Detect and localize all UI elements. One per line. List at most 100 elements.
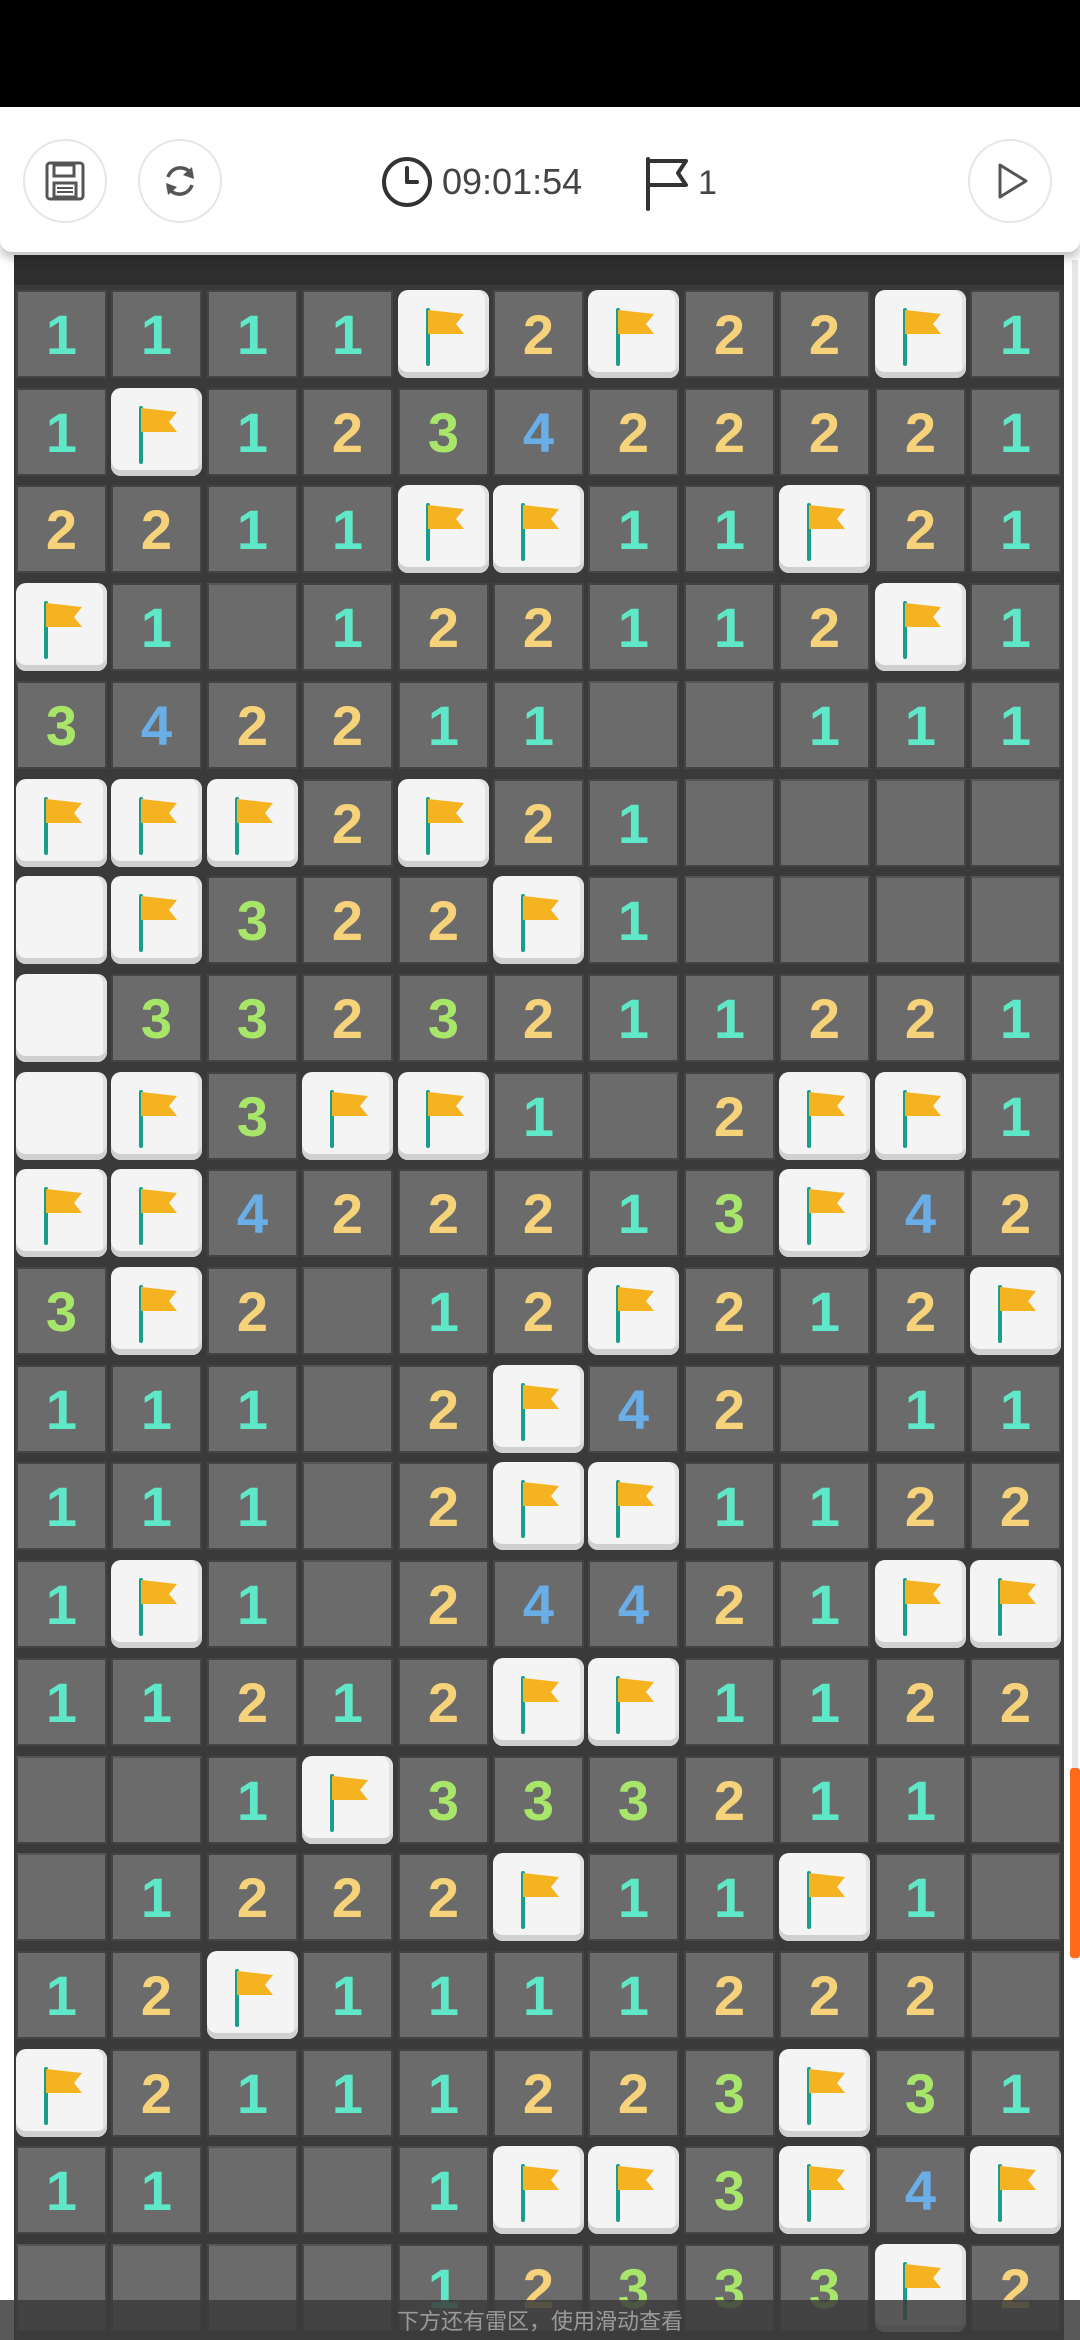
number-cell[interactable]: 2 [875,388,966,476]
flagged-cell[interactable] [16,2049,107,2137]
number-cell[interactable]: 3 [111,974,202,1062]
flagged-cell[interactable] [111,876,202,964]
number-cell[interactable]: 1 [684,1658,775,1746]
scrollbar-track[interactable] [1072,260,1078,1960]
number-cell[interactable]: 2 [970,1658,1061,1746]
revealed-empty-cell[interactable] [302,1365,393,1453]
number-cell[interactable]: 2 [684,388,775,476]
number-cell[interactable]: 1 [302,485,393,573]
number-cell[interactable]: 1 [684,974,775,1062]
revealed-empty-cell[interactable] [970,1853,1061,1941]
number-cell[interactable]: 2 [16,485,107,573]
number-cell[interactable]: 3 [875,2049,966,2137]
number-cell[interactable]: 4 [111,681,202,769]
number-cell[interactable]: 2 [493,583,584,671]
number-cell[interactable]: 1 [16,388,107,476]
revealed-empty-cell[interactable] [779,779,870,867]
number-cell[interactable]: 1 [302,583,393,671]
flagged-cell[interactable] [398,290,489,378]
flagged-cell[interactable] [302,1072,393,1160]
flagged-cell[interactable] [493,1365,584,1453]
flagged-cell[interactable] [111,1267,202,1355]
number-cell[interactable]: 2 [684,1951,775,2039]
number-cell[interactable]: 1 [207,388,298,476]
number-cell[interactable]: 1 [16,1560,107,1648]
revealed-empty-cell[interactable] [588,681,679,769]
number-cell[interactable]: 1 [779,1267,870,1355]
number-cell[interactable]: 1 [111,1462,202,1550]
flagged-cell[interactable] [875,290,966,378]
number-cell[interactable]: 1 [493,1951,584,2039]
number-cell[interactable]: 1 [588,876,679,964]
number-cell[interactable]: 3 [16,681,107,769]
flagged-cell[interactable] [779,2049,870,2137]
number-cell[interactable]: 1 [970,290,1061,378]
number-cell[interactable]: 3 [207,876,298,964]
number-cell[interactable]: 3 [493,1756,584,1844]
number-cell[interactable]: 2 [588,2049,679,2137]
number-cell[interactable]: 4 [207,1169,298,1257]
number-cell[interactable]: 2 [970,1462,1061,1550]
flagged-cell[interactable] [111,1169,202,1257]
number-cell[interactable]: 1 [970,2049,1061,2137]
number-cell[interactable]: 2 [493,974,584,1062]
number-cell[interactable]: 1 [111,1853,202,1941]
flagged-cell[interactable] [875,1072,966,1160]
flagged-cell[interactable] [493,2146,584,2234]
number-cell[interactable]: 1 [398,681,489,769]
flagged-cell[interactable] [111,1560,202,1648]
number-cell[interactable]: 2 [398,583,489,671]
flagged-cell[interactable] [779,1853,870,1941]
flagged-cell[interactable] [493,1462,584,1550]
number-cell[interactable]: 1 [684,1853,775,1941]
number-cell[interactable]: 2 [207,1267,298,1355]
number-cell[interactable]: 2 [493,2049,584,2137]
revealed-empty-cell[interactable] [302,1462,393,1550]
number-cell[interactable]: 1 [875,1853,966,1941]
flagged-cell[interactable] [779,1072,870,1160]
number-cell[interactable]: 2 [398,1169,489,1257]
number-cell[interactable]: 2 [875,1267,966,1355]
number-cell[interactable]: 1 [302,1658,393,1746]
number-cell[interactable]: 1 [875,681,966,769]
number-cell[interactable]: 1 [207,2049,298,2137]
number-cell[interactable]: 2 [398,1853,489,1941]
number-cell[interactable]: 4 [875,2146,966,2234]
flagged-cell[interactable] [588,1658,679,1746]
number-cell[interactable]: 1 [588,583,679,671]
flagged-cell[interactable] [111,388,202,476]
number-cell[interactable]: 2 [875,1462,966,1550]
number-cell[interactable]: 1 [398,1951,489,2039]
number-cell[interactable]: 2 [398,1365,489,1453]
covered-cell[interactable] [16,1072,107,1160]
flagged-cell[interactable] [302,1756,393,1844]
number-cell[interactable]: 3 [398,1756,489,1844]
number-cell[interactable]: 2 [302,681,393,769]
number-cell[interactable]: 1 [398,2049,489,2137]
flagged-cell[interactable] [970,1267,1061,1355]
number-cell[interactable]: 1 [16,290,107,378]
number-cell[interactable]: 2 [111,1951,202,2039]
number-cell[interactable]: 3 [588,1756,679,1844]
covered-cell[interactable] [16,876,107,964]
number-cell[interactable]: 4 [588,1560,679,1648]
number-cell[interactable]: 2 [779,974,870,1062]
number-cell[interactable]: 1 [207,1365,298,1453]
flagged-cell[interactable] [875,583,966,671]
flagged-cell[interactable] [493,485,584,573]
number-cell[interactable]: 2 [302,974,393,1062]
revealed-empty-cell[interactable] [684,876,775,964]
revealed-empty-cell[interactable] [207,583,298,671]
number-cell[interactable]: 1 [875,1365,966,1453]
number-cell[interactable]: 2 [684,1267,775,1355]
scroll-position-indicator[interactable] [1070,1768,1080,1958]
number-cell[interactable]: 1 [970,1365,1061,1453]
restart-button[interactable] [138,139,222,223]
number-cell[interactable]: 1 [16,1462,107,1550]
number-cell[interactable]: 1 [111,1658,202,1746]
flagged-cell[interactable] [16,779,107,867]
flagged-cell[interactable] [16,583,107,671]
number-cell[interactable]: 2 [302,779,393,867]
number-cell[interactable]: 2 [875,1951,966,2039]
revealed-empty-cell[interactable] [875,876,966,964]
